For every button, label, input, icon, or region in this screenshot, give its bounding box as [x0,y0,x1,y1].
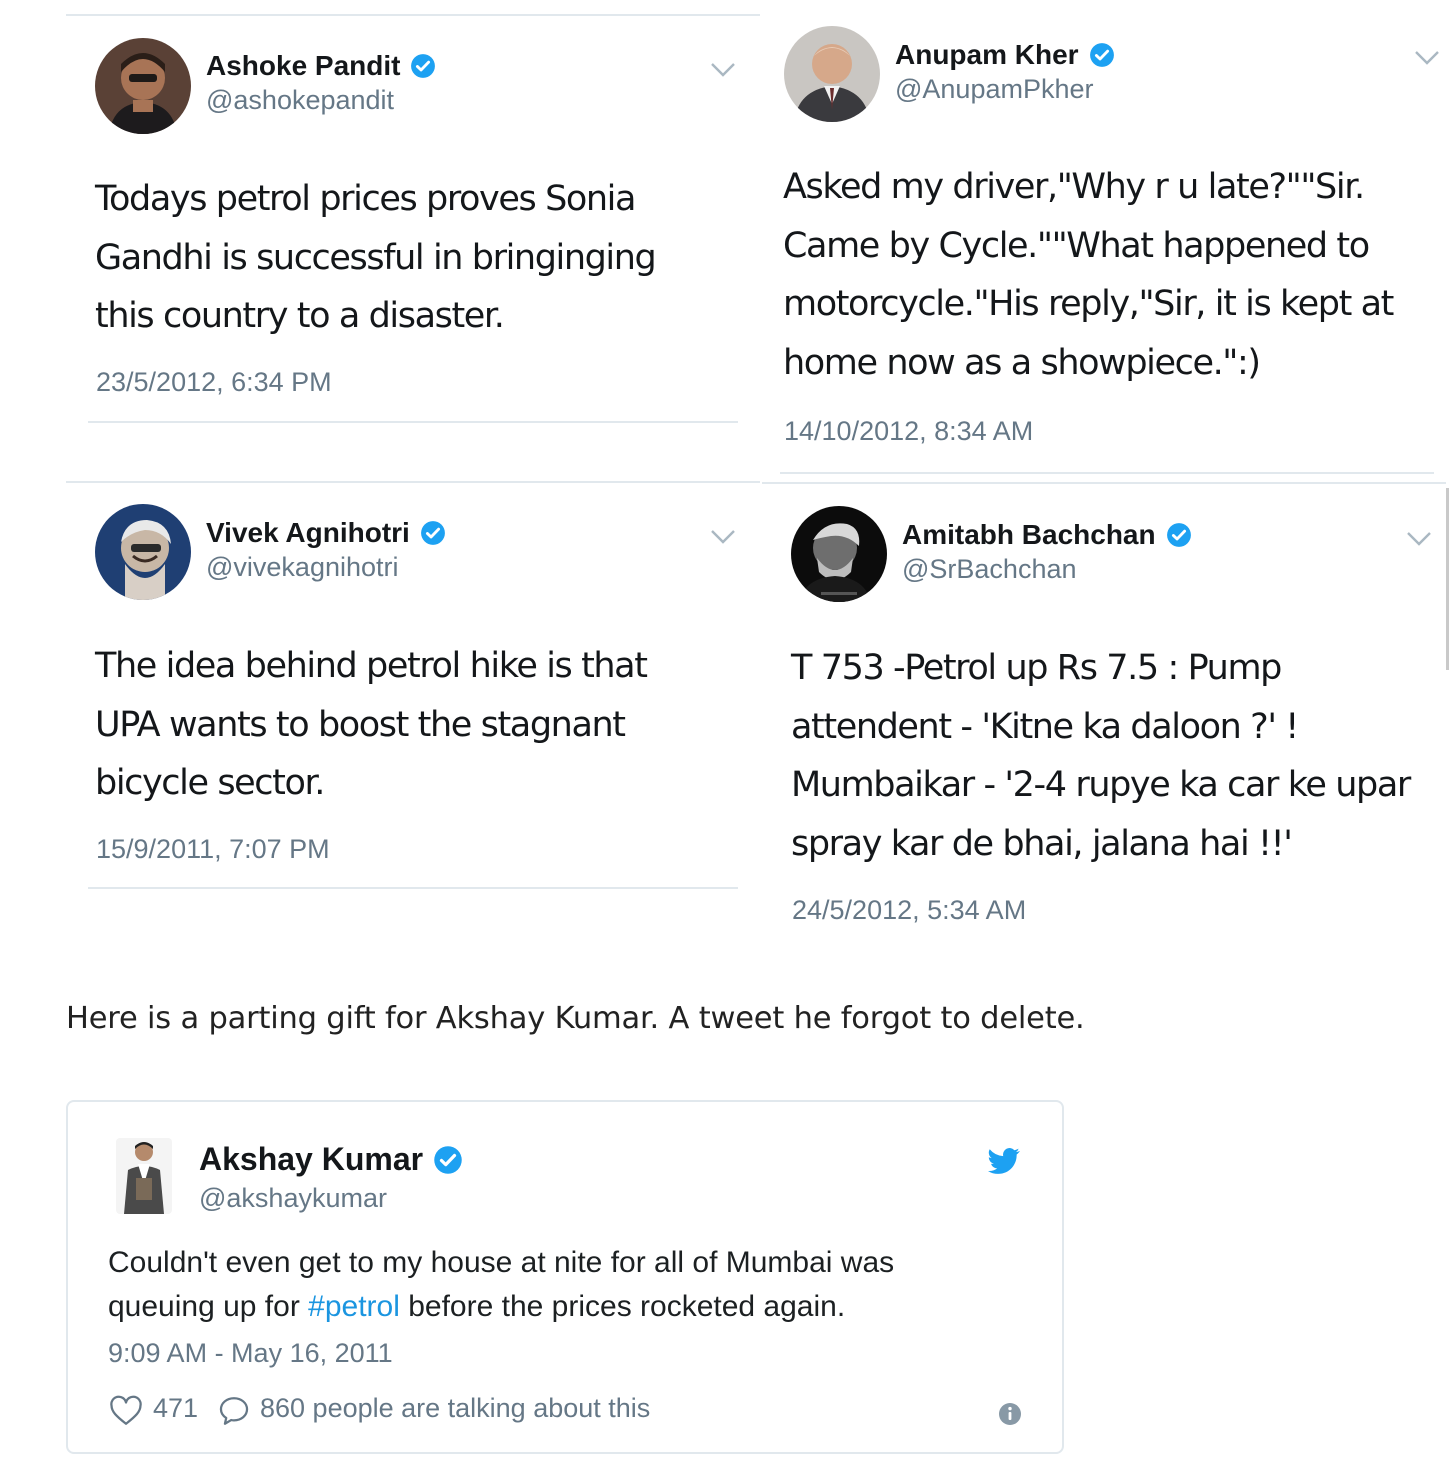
hashtag-link[interactable]: #petrol [308,1290,400,1323]
tweet-line: Came by Cycle.""What happened to [783,225,1370,266]
tweet-text-line: queuing up for #petrol before the prices… [108,1285,845,1329]
display-name[interactable]: Ashoke Pandit [206,50,436,82]
divider [66,14,760,16]
tweet-timestamp[interactable]: 23/5/2012, 6:34 PM [96,367,332,398]
display-name[interactable]: Anupam Kher [895,39,1115,71]
divider [780,472,1434,474]
user-handle[interactable]: @AnupamPkher [895,74,1094,105]
tweet-line: Todays petrol prices proves Sonia [95,179,636,219]
display-name-text: Ashoke Pandit [206,50,401,81]
tweet-timestamp[interactable]: 9:09 AM - May 16, 2011 [108,1338,393,1369]
avatar[interactable] [116,1138,172,1214]
divider [88,421,738,423]
tweet-line: spray kar de bhai, jalana hai !!' [791,823,1293,864]
tweet-line: Mumbaikar - '2-4 rupye ka car ke upar [791,765,1411,805]
tweet-line: bicycle sector. [95,763,325,803]
avatar[interactable] [784,26,880,122]
tweet-text: Asked my driver,"Why r u late?""Sir. Cam… [783,158,1394,392]
display-name-text: Vivek Agnihotri [206,517,410,548]
tweet-timestamp[interactable]: 15/9/2011, 7:07 PM [96,834,330,865]
tweet-line: motorcycle."His reply,"Sir, it is kept a… [783,284,1394,324]
chevron-down-icon[interactable] [710,62,736,78]
scrollbar[interactable] [1446,488,1449,670]
heart-icon[interactable] [108,1394,144,1428]
article-caption: Here is a parting gift for Akshay Kumar.… [66,1001,1085,1036]
twitter-bird-icon[interactable] [986,1145,1022,1177]
verified-badge-icon [1166,523,1191,547]
divider [762,482,1446,484]
chevron-down-icon[interactable] [1406,531,1432,547]
divider [88,887,738,889]
conversation-link[interactable]: 860 people are talking about this [260,1393,650,1424]
verified-badge-icon [434,1145,462,1174]
tweet-timestamp[interactable]: 24/5/2012, 5:34 AM [792,895,1026,926]
tweet-text: The idea behind petrol hike is that UPA … [95,637,648,813]
display-name[interactable]: Amitabh Bachchan [902,519,1192,551]
avatar[interactable] [791,506,887,602]
display-name-text: Amitabh Bachchan [902,519,1156,550]
display-name-text: Akshay Kumar [199,1141,424,1177]
tweet-text: Todays petrol prices proves Sonia Gandhi… [95,170,657,346]
tweet-text: T 753 -Petrol up Rs 7.5 : Pump attendent… [791,639,1411,873]
user-handle[interactable]: @ashokepandit [206,85,394,116]
user-handle[interactable]: @akshaykumar [199,1183,387,1214]
chevron-down-icon[interactable] [710,529,736,545]
tweet-text-segment: before the prices rocketed again. [399,1290,846,1323]
reply-bubble-icon[interactable] [216,1394,252,1428]
verified-badge-icon [420,521,445,545]
user-handle[interactable]: @SrBachchan [902,554,1077,585]
tweet-line: UPA wants to boost the stagnant [95,704,626,745]
tweet-line: T 753 -Petrol up Rs 7.5 : Pump [791,648,1282,688]
tweet-line: The idea behind petrol hike is that [95,646,648,686]
tweet-text-line: Couldn't even get to my house at nite fo… [108,1246,895,1279]
tweet-line: this country to a disaster. [95,296,505,336]
display-name[interactable]: Vivek Agnihotri [206,517,446,549]
tweet-line: Asked my driver,"Why r u late?""Sir. [783,167,1365,207]
tweet-line: Gandhi is successful in bringinging [95,237,657,278]
tweet-timestamp[interactable]: 14/10/2012, 8:34 AM [784,416,1033,447]
divider [66,481,760,483]
chevron-down-icon[interactable] [1414,50,1440,66]
display-name-text: Anupam Kher [895,39,1079,70]
avatar[interactable] [95,504,191,600]
info-icon[interactable] [998,1402,1022,1426]
tweet-line: home now as a showpiece.":) [783,342,1261,383]
verified-badge-icon [411,54,436,78]
display-name[interactable]: Akshay Kumar [199,1141,463,1178]
user-handle[interactable]: @vivekagnihotri [206,552,399,583]
tweet-line: attendent - 'Kitne ka daloon ?' ! [791,706,1299,747]
tweet-text-segment: queuing up for [108,1290,309,1323]
verified-badge-icon [1089,43,1114,67]
like-count[interactable]: 471 [153,1393,198,1424]
avatar[interactable] [95,38,191,134]
